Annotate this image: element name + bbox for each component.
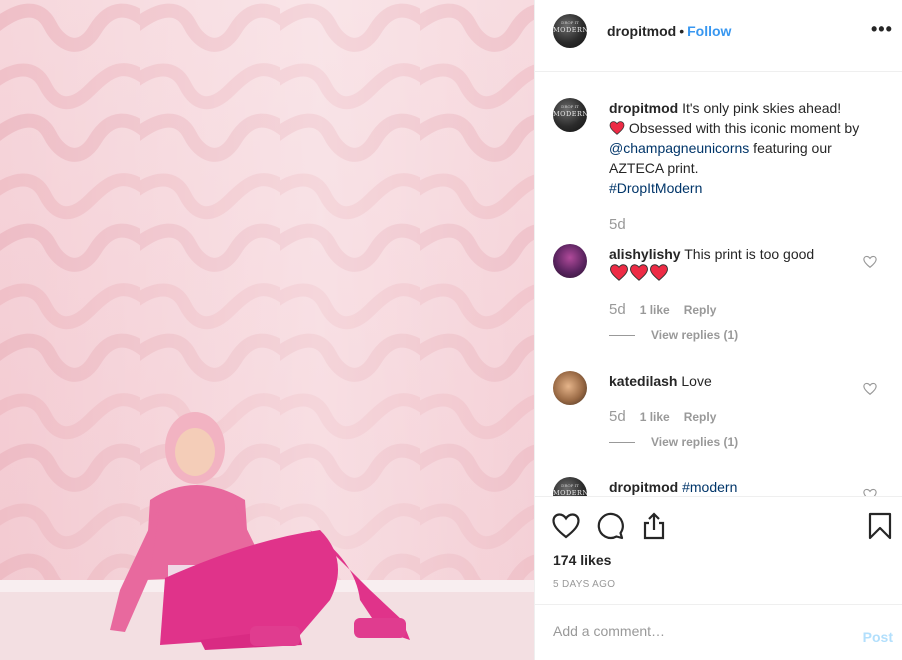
avatar-logo-text: MODERN [553,489,587,496]
post-header: DROP IT MODERN dropitmod • Follow ••• [535,0,902,72]
caption-meta: 5d [609,216,626,233]
red-heart-icon [650,264,668,281]
timestamp[interactable]: 5d [609,301,626,318]
separator: • [679,23,685,39]
likes-count[interactable]: 174 likes [553,552,611,568]
hashtag-link[interactable]: #modern [682,479,737,495]
post-date[interactable]: 5 DAYS AGO [553,579,615,590]
comment-meta: 5d 1 like Reply [609,301,716,318]
username-link[interactable]: dropitmod [607,23,676,39]
timestamp[interactable]: 5d [609,216,626,233]
view-replies-button[interactable]: View replies (1) [609,435,738,449]
avatar[interactable]: DROP IT MODERN [553,98,587,132]
red-heart-icon [630,264,648,281]
comment-likes[interactable]: 1 like [640,410,670,424]
comments-list[interactable]: DROP IT MODERN dropitmod It's only pink … [535,73,902,496]
share-icon[interactable] [639,511,669,541]
divider [609,335,635,337]
username-link[interactable]: dropitmod [609,100,678,116]
view-replies-label: View replies (1) [651,435,739,449]
red-hearts [609,264,669,286]
username-link[interactable]: dropitmod [609,479,678,495]
reply-button[interactable]: Reply [684,410,717,424]
username-link[interactable]: katedilash [609,373,677,389]
avatar[interactable] [553,244,587,278]
comment-body: Love [677,373,712,389]
follow-button[interactable]: Follow [687,23,731,39]
post-photo[interactable] [0,0,534,660]
avatar-logo-text: MODERN [553,110,587,118]
like-comment-heart-icon[interactable] [863,488,877,496]
post-side-panel: DROP IT MODERN dropitmod • Follow ••• DROP… [534,0,902,660]
view-replies-button[interactable]: View replies (1) [609,328,738,342]
like-comment-heart-icon[interactable] [863,255,877,269]
avatar[interactable] [553,371,587,405]
comment-likes[interactable]: 1 like [640,303,670,317]
avatar-logo-text: MODERN [553,26,587,34]
caption-line: Obsessed with this iconic moment by [625,120,860,136]
bookmark-icon[interactable] [865,511,895,541]
caption-text: dropitmod It's only pink skies ahead! Ob… [609,98,869,198]
heart-icon[interactable] [551,511,581,541]
reply-button[interactable]: Reply [684,303,717,317]
add-comment-bar: Post [535,604,902,660]
avatar[interactable]: DROP IT MODERN [553,14,587,48]
avatar-logo-text: DROP IT [561,20,579,25]
view-replies-label: View replies (1) [651,328,739,342]
comment-icon[interactable] [595,511,625,541]
avatar-logo-text: DROP IT [561,104,579,109]
comment-text: alishylishy This print is too good [609,244,869,286]
divider [609,442,635,444]
photo-art [0,0,534,660]
header-line: dropitmod • Follow [607,23,731,39]
comment-input[interactable] [553,623,833,639]
username-link[interactable]: alishylishy [609,246,681,262]
like-comment-heart-icon[interactable] [863,382,877,396]
red-heart-icon [610,264,628,281]
avatar-logo-text: DROP IT [561,483,579,488]
hashtag-link[interactable]: #DropItModern [609,180,702,196]
more-icon[interactable]: ••• [871,19,893,39]
post-actions: 174 likes 5 DAYS AGO [535,496,902,606]
comment-meta: 5d 1 like Reply [609,408,716,425]
red-heart-icon [609,121,625,135]
post-button[interactable]: Post [863,629,893,645]
comment-text: dropitmod #modern [609,477,869,496]
comment-body: This print is too good [680,246,815,262]
caption-line: It's only pink skies ahead! [678,100,842,116]
timestamp[interactable]: 5d [609,408,626,425]
comment-text: katedilash Love [609,371,869,391]
avatar[interactable]: DROP IT MODERN [553,477,587,496]
mention-link[interactable]: @champagneunicorns [609,140,749,156]
